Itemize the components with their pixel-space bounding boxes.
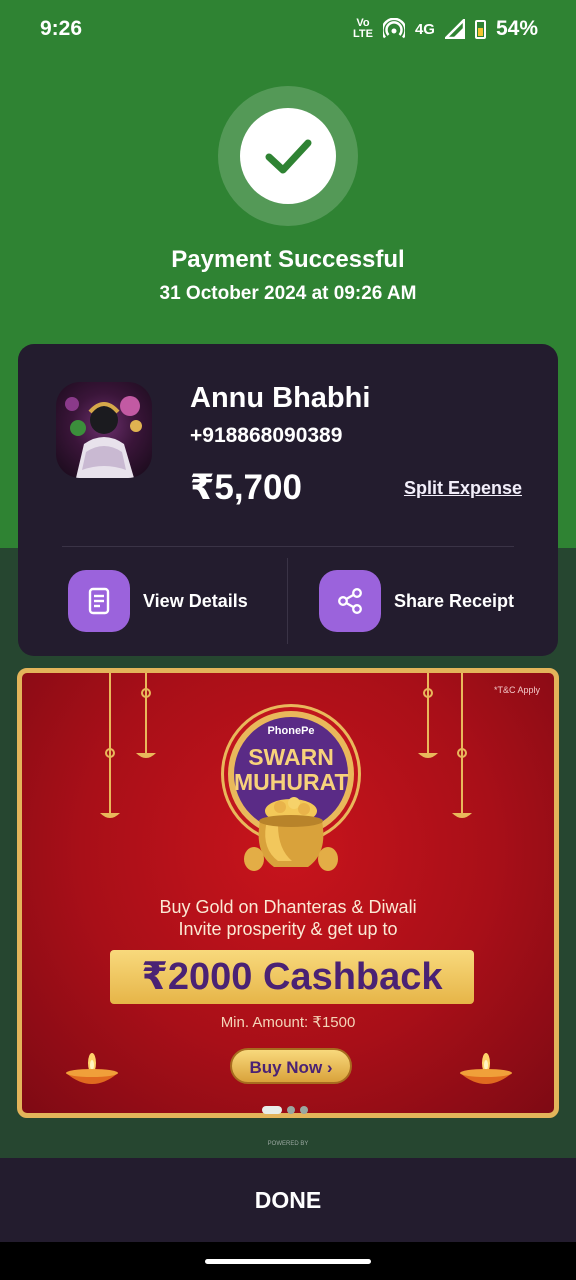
medal-title-line1: SWARN: [248, 744, 334, 770]
cashback-offer: ₹2000 Cashback: [110, 950, 474, 1004]
view-details-icon-box: [68, 570, 130, 632]
payment-date: 31 October 2024 at 09:26 AM: [159, 283, 417, 304]
document-icon: [88, 587, 110, 615]
success-badge-inner: [240, 108, 336, 204]
avatar: [56, 382, 152, 478]
carousel-dot[interactable]: [300, 1106, 308, 1114]
view-details-button[interactable]: View Details: [68, 570, 248, 632]
diya-right-icon: [460, 1053, 512, 1084]
status-icons: Vo LTE 4G 54%: [353, 17, 538, 41]
card-divider: [62, 546, 514, 547]
avatar-image: [65, 396, 142, 478]
view-details-label: View Details: [143, 590, 248, 611]
share-receipt-label: Share Receipt: [394, 590, 515, 611]
min-amount: Min. Amount: ₹1500: [220, 1014, 356, 1031]
hotspot-icon: [382, 18, 405, 39]
volte-label-bottom: LTE: [352, 28, 373, 40]
success-badge: [218, 86, 358, 226]
battery-icon: [474, 19, 486, 39]
status-bar: 9:26 Vo LTE 4G 54%: [0, 0, 576, 58]
share-receipt-icon-box: [319, 570, 381, 632]
buy-now-button[interactable]: Buy Now ›: [230, 1048, 352, 1084]
network-type: 4G: [414, 20, 435, 38]
signal-icon: [444, 19, 465, 39]
payment-amount: ₹5,700: [190, 468, 302, 507]
share-receipt-button[interactable]: Share Receipt: [319, 570, 514, 632]
home-gesture-handle[interactable]: [205, 1259, 371, 1264]
system-navigation-bar: [0, 1242, 576, 1280]
carousel-dot[interactable]: [287, 1106, 295, 1114]
promo-line-1: Buy Gold on Dhanteras & Diwali: [159, 897, 417, 917]
status-time: 9:26: [40, 17, 83, 40]
diya-left-icon: [66, 1053, 118, 1084]
promo-banner[interactable]: *T&C Apply PhonePe SWARN MUHURAT Buy Gol…: [17, 668, 559, 1118]
powered-by-label: POWERED BY: [267, 1141, 309, 1147]
share-icon: [338, 588, 362, 614]
carousel-indicator: [262, 1106, 308, 1114]
payment-status-title: Payment Successful: [171, 246, 405, 273]
payee-name: Annu Bhabhi: [190, 382, 371, 414]
carousel-dot-active[interactable]: [262, 1106, 282, 1114]
done-button[interactable]: DONE: [0, 1158, 576, 1242]
battery-percent: 54%: [495, 17, 538, 40]
phonepe-brand: PhonePe: [267, 725, 315, 737]
payee-phone: +918868090389: [190, 424, 343, 447]
checkmark-icon: [265, 139, 312, 174]
promo-line-2: Invite prosperity & get up to: [178, 919, 398, 939]
volte-icon: Vo LTE: [353, 18, 373, 40]
payment-summary-card: Annu Bhabhi +918868090389 ₹5,700 Split E…: [18, 344, 558, 656]
gold-pot-image: [244, 797, 338, 871]
medal-title-line2: MUHURAT: [234, 769, 349, 795]
medal-title: SWARN MUHURAT: [234, 744, 349, 795]
split-expense-link[interactable]: Split Expense: [404, 478, 522, 499]
action-divider: [287, 558, 288, 644]
